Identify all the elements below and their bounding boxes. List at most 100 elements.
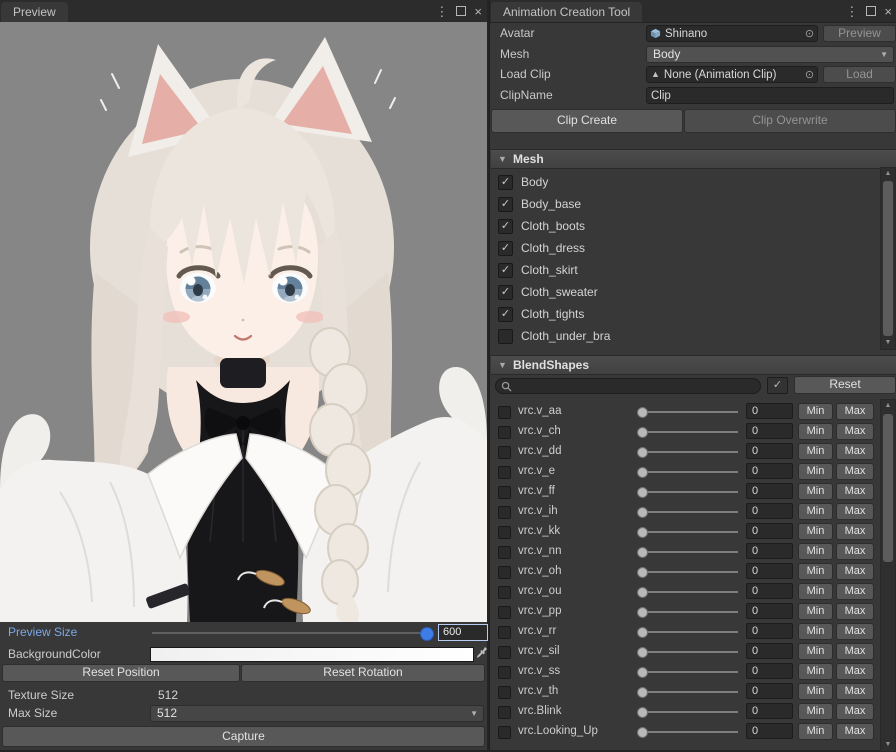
blendshape-max-button[interactable]: Max — [836, 663, 874, 680]
blendshape-checkbox[interactable] — [498, 446, 511, 459]
blendshape-min-button[interactable]: Min — [798, 563, 833, 580]
blendshape-max-button[interactable]: Max — [836, 723, 874, 740]
object-picker-icon[interactable]: ⊙ — [802, 27, 817, 40]
kebab-menu-icon[interactable]: ⋮ — [845, 5, 858, 18]
slider-knob[interactable] — [637, 527, 648, 538]
blendshape-max-button[interactable]: Max — [836, 603, 874, 620]
blendshape-slider[interactable] — [637, 547, 738, 558]
blendshape-checkbox[interactable] — [498, 566, 511, 579]
blendshape-slider[interactable] — [637, 487, 738, 498]
blendshape-max-button[interactable]: Max — [836, 683, 874, 700]
maximize-icon[interactable] — [866, 6, 877, 16]
blendshape-min-button[interactable]: Min — [798, 643, 833, 660]
blendshape-max-button[interactable]: Max — [836, 703, 874, 720]
blendshape-checkbox[interactable] — [498, 726, 511, 739]
blendshape-min-button[interactable]: Min — [798, 723, 833, 740]
blendshape-checkbox[interactable] — [498, 586, 511, 599]
blendshape-min-button[interactable]: Min — [798, 463, 833, 480]
blendshape-checkbox[interactable] — [498, 426, 511, 439]
tab-preview[interactable]: Preview — [1, 2, 68, 22]
blendshapes-scrollbar[interactable]: ▲ ▼ — [880, 399, 896, 752]
blendshape-min-button[interactable]: Min — [798, 483, 833, 500]
blendshape-min-button[interactable]: Min — [798, 403, 833, 420]
blendshape-slider[interactable] — [637, 407, 738, 418]
blendshape-slider[interactable] — [637, 707, 738, 718]
blendshape-min-button[interactable]: Min — [798, 443, 833, 460]
load-button[interactable]: Load — [823, 66, 896, 83]
load-clip-object-field[interactable]: ▲ None (Animation Clip) ⊙ — [646, 66, 818, 83]
blendshape-slider[interactable] — [637, 607, 738, 618]
clip-create-button[interactable]: Clip Create — [491, 109, 683, 133]
blendshape-max-button[interactable]: Max — [836, 463, 874, 480]
blendshape-checkbox[interactable] — [498, 406, 511, 419]
scrollbar-thumb[interactable] — [883, 414, 893, 562]
slider-knob[interactable] — [637, 447, 648, 458]
blendshape-slider[interactable] — [637, 567, 738, 578]
preview-size-slider[interactable] — [152, 627, 434, 641]
blendshape-value-field[interactable]: 0 — [746, 443, 793, 459]
blendshape-min-button[interactable]: Min — [798, 703, 833, 720]
mesh-item-checkbox[interactable]: ✓ — [498, 241, 513, 256]
slider-knob[interactable] — [637, 607, 648, 618]
blendshape-max-button[interactable]: Max — [836, 643, 874, 660]
slider-knob[interactable] — [637, 407, 648, 418]
blendshape-slider[interactable] — [637, 667, 738, 678]
tab-animation-creation-tool[interactable]: Animation Creation Tool — [491, 2, 643, 22]
blendshape-max-button[interactable]: Max — [836, 623, 874, 640]
blendshape-value-field[interactable]: 0 — [746, 403, 793, 419]
reset-position-button[interactable]: Reset Position — [2, 664, 240, 682]
capture-button[interactable]: Capture — [2, 726, 485, 747]
slider-knob[interactable] — [637, 687, 648, 698]
blendshape-search-input[interactable] — [495, 378, 761, 394]
mesh-item-checkbox[interactable]: ✓ — [498, 307, 513, 322]
blendshape-checkbox[interactable] — [498, 706, 511, 719]
slider-knob[interactable] — [637, 667, 648, 678]
blendshape-max-button[interactable]: Max — [836, 483, 874, 500]
blendshape-min-button[interactable]: Min — [798, 503, 833, 520]
blendshape-slider[interactable] — [637, 727, 738, 738]
blendshape-value-field[interactable]: 0 — [746, 523, 793, 539]
blendshape-min-button[interactable]: Min — [798, 583, 833, 600]
blendshape-value-field[interactable]: 0 — [746, 543, 793, 559]
filter-checked-toggle[interactable]: ✓ — [767, 377, 788, 394]
blendshape-min-button[interactable]: Min — [798, 663, 833, 680]
blendshape-checkbox[interactable] — [498, 626, 511, 639]
preview-button[interactable]: Preview — [823, 25, 896, 42]
blendshape-slider[interactable] — [637, 467, 738, 478]
blendshape-value-field[interactable]: 0 — [746, 703, 793, 719]
reset-button[interactable]: Reset — [794, 376, 896, 394]
preview-viewport[interactable] — [0, 22, 487, 622]
blendshapes-section-header[interactable]: ▼ BlendShapes — [491, 355, 896, 375]
kebab-menu-icon[interactable]: ⋮ — [435, 5, 448, 18]
blendshape-max-button[interactable]: Max — [836, 583, 874, 600]
blendshape-value-field[interactable]: 0 — [746, 643, 793, 659]
blendshape-min-button[interactable]: Min — [798, 423, 833, 440]
maximize-icon[interactable] — [456, 6, 467, 16]
reset-rotation-button[interactable]: Reset Rotation — [241, 664, 485, 682]
avatar-object-field[interactable]: Shinano ⊙ — [646, 25, 818, 42]
blendshape-value-field[interactable]: 0 — [746, 683, 793, 699]
blendshape-slider[interactable] — [637, 647, 738, 658]
scroll-up-icon[interactable]: ▲ — [881, 400, 895, 412]
scroll-up-icon[interactable]: ▲ — [881, 168, 895, 180]
blendshape-slider[interactable] — [637, 527, 738, 538]
mesh-item-checkbox[interactable]: ✓ — [498, 285, 513, 300]
blendshape-max-button[interactable]: Max — [836, 423, 874, 440]
blendshape-max-button[interactable]: Max — [836, 403, 874, 420]
slider-knob[interactable] — [637, 587, 648, 598]
slider-knob[interactable] — [637, 467, 648, 478]
blendshape-checkbox[interactable] — [498, 546, 511, 559]
background-color-field[interactable] — [150, 647, 474, 662]
blendshape-value-field[interactable]: 0 — [746, 563, 793, 579]
texture-size-value[interactable]: 512 — [158, 688, 178, 702]
blendshape-max-button[interactable]: Max — [836, 443, 874, 460]
eyedropper-icon[interactable] — [476, 646, 488, 662]
blendshape-value-field[interactable]: 0 — [746, 723, 793, 739]
blendshape-slider[interactable] — [637, 587, 738, 598]
blendshape-value-field[interactable]: 0 — [746, 663, 793, 679]
blendshape-max-button[interactable]: Max — [836, 523, 874, 540]
blendshape-value-field[interactable]: 0 — [746, 503, 793, 519]
mesh-scrollbar[interactable]: ▲ ▼ — [880, 167, 896, 350]
blendshape-min-button[interactable]: Min — [798, 623, 833, 640]
blendshape-checkbox[interactable] — [498, 666, 511, 679]
